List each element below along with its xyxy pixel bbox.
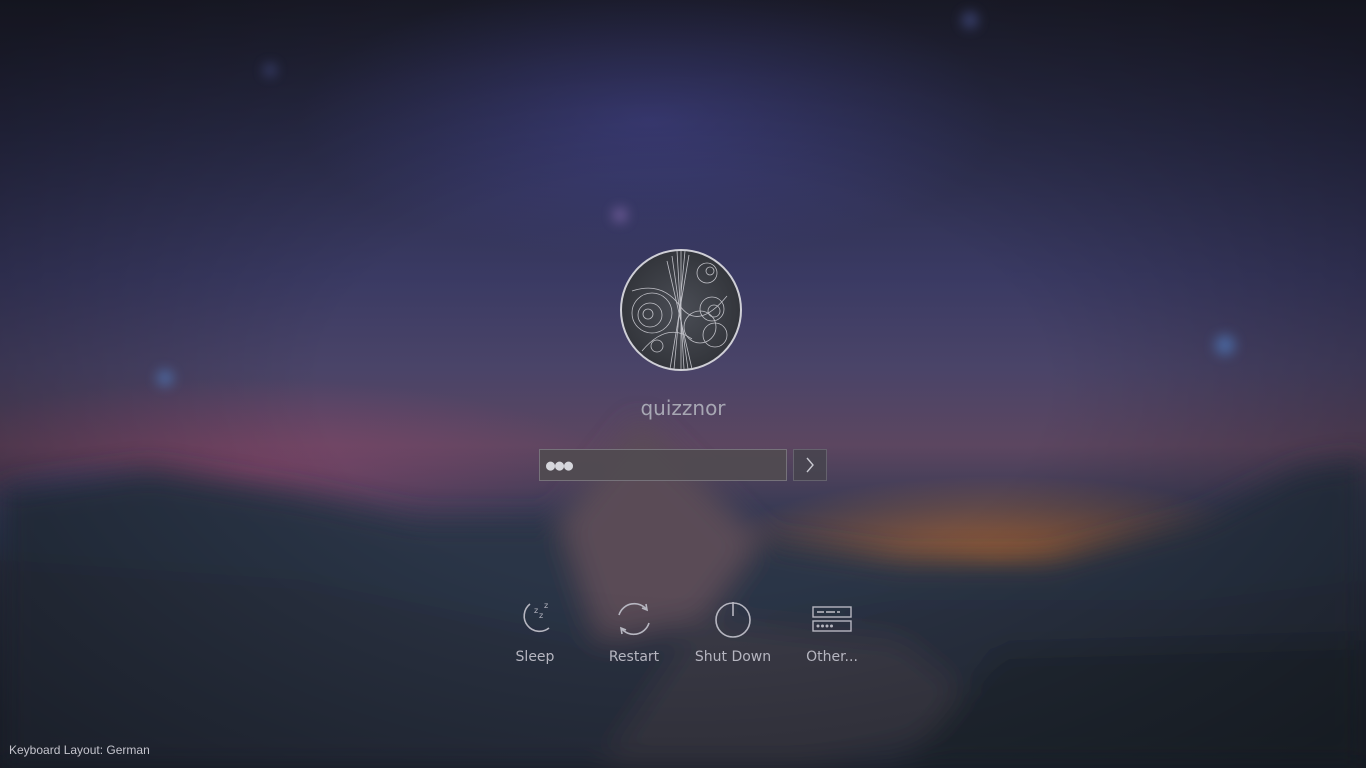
login-screen: quizznor z z z Sleep Restart Shut Down (0, 0, 1366, 768)
shutdown-label: Shut Down (694, 649, 772, 665)
other-user-icon (812, 606, 852, 632)
sleep-moon-icon: z z z (523, 601, 550, 633)
password-field[interactable] (539, 449, 787, 481)
username-label: quizznor (640, 396, 726, 420)
svg-text:z: z (544, 601, 548, 610)
user-avatar (620, 249, 742, 371)
restart-icon (618, 602, 650, 636)
shutdown-button[interactable]: Shut Down (688, 598, 778, 678)
svg-text:z: z (534, 606, 538, 615)
background-wallpaper (0, 12, 1366, 768)
keyboard-layout-indicator[interactable]: Keyboard Layout: German (9, 743, 150, 757)
sleep-label: Sleep (515, 649, 555, 665)
svg-text:z: z (539, 611, 543, 620)
restart-button[interactable]: Restart (589, 598, 679, 678)
other-user-button[interactable]: Other... (787, 598, 877, 678)
restart-label: Restart (608, 649, 660, 665)
particle-tracks-avatar-image (631, 251, 728, 369)
power-icon (715, 602, 751, 638)
other-label: Other... (806, 649, 858, 665)
chevron-right-icon (806, 457, 814, 473)
login-submit-button[interactable] (793, 449, 827, 481)
sleep-button[interactable]: z z z Sleep (490, 598, 580, 678)
